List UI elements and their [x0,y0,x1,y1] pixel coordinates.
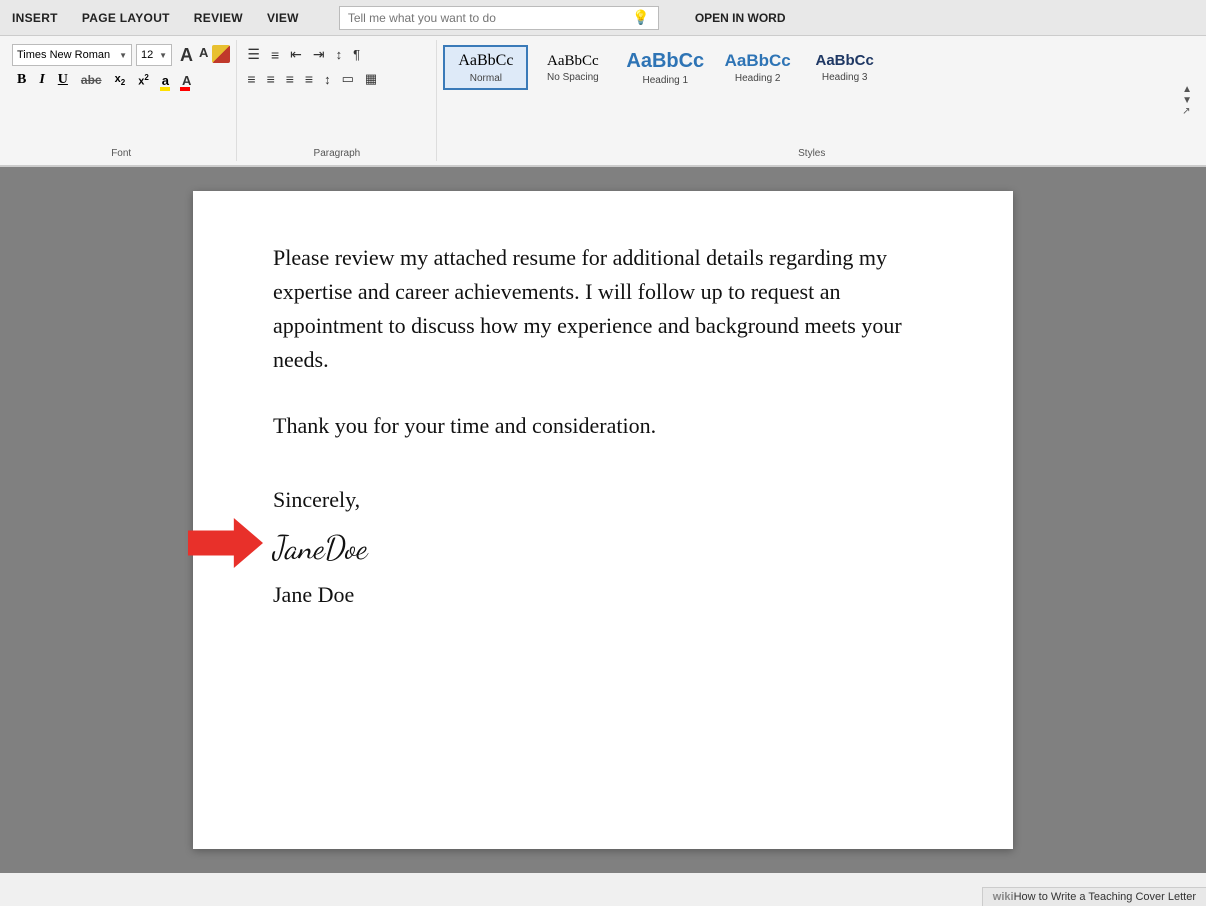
styles-grid: AaBbCc Normal AaBbCc No Spacing AaBbCc H… [443,44,1180,91]
font-controls-row2: B I U abc x2 x2 a A [12,70,230,90]
paragraph-row1: ☰ ≡ ⇤ ⇥ ↕ ¶ [243,44,430,65]
font-name-value: Times New Roman [17,49,110,61]
menu-page-layout[interactable]: PAGE LAYOUT [78,9,174,27]
style-nospacing-label: No Spacing [547,72,599,83]
numbered-list-button[interactable]: ≡ [267,45,283,65]
decrease-indent-button[interactable]: ⇤ [286,44,306,65]
bullet-list-button[interactable]: ☰ [243,44,264,65]
menu-insert[interactable]: INSERT [8,9,62,27]
align-left-button[interactable]: ≡ [243,69,259,89]
style-h2-preview: AaBbCc [725,51,791,71]
menu-view[interactable]: VIEW [263,9,303,27]
increase-indent-button[interactable]: ⇥ [309,44,329,65]
style-heading2[interactable]: AaBbCc Heading 2 [715,46,800,89]
superscript-button[interactable]: x2 [133,71,154,90]
style-nospacing-preview: AaBbCc [547,52,599,70]
font-size-dropdown-arrow: ▼ [159,51,167,60]
subscript-button[interactable]: x2 [110,71,131,89]
wiki-label: wiki [993,891,1014,903]
borders-button[interactable]: ▦ [361,69,381,89]
paragraph-section: ☰ ≡ ⇤ ⇥ ↕ ¶ ≡ ≡ ≡ ≡ ↕ ▭ ▦ Paragraph [237,40,437,161]
style-normal-label: Normal [470,73,502,84]
open-in-word-button[interactable]: OPEN IN WORD [687,9,794,27]
style-normal[interactable]: AaBbCc Normal [443,45,528,89]
annotation-arrow [188,513,263,573]
signature-image: JaneDoe [273,524,933,572]
font-size-selector[interactable]: 12 ▼ [136,44,172,66]
search-input[interactable] [348,11,629,25]
styles-scroll-up[interactable]: ▲ [1182,84,1192,95]
lightbulb-icon: 💡 [632,9,649,26]
toolbar: Times New Roman ▼ 12 ▼ A A B I U abc x2 [0,36,1206,166]
font-size-change-buttons: A A [178,45,230,66]
style-h1-label: Heading 1 [642,75,688,86]
font-section-label: Font [12,146,230,161]
styles-section-label: Styles [443,146,1180,161]
italic-button[interactable]: I [34,70,49,90]
menu-review[interactable]: REVIEW [190,9,247,27]
font-size-value: 12 [141,49,153,61]
shading-button[interactable]: ▭ [338,69,358,89]
font-controls-row1: Times New Roman ▼ 12 ▼ A A [12,44,230,66]
closing-text: Sincerely, [273,483,933,516]
underline-button[interactable]: U [53,70,73,90]
font-shrink-button[interactable]: A [197,45,210,66]
paragraph-section-label: Paragraph [243,146,430,161]
paragraph-body: Please review my attached resume for add… [273,241,933,377]
wikihow-bar: wikiHow to Write a Teaching Cover Letter [982,887,1206,906]
document-text: Please review my attached resume for add… [273,241,933,611]
sort-button[interactable]: ↕ [332,45,347,64]
font-color-button[interactable]: A [177,71,196,90]
menu-bar: INSERT PAGE LAYOUT REVIEW VIEW 💡 OPEN IN… [0,0,1206,36]
clear-formatting-button[interactable] [212,45,230,63]
styles-scroll-down[interactable]: ▼ [1182,95,1192,106]
style-normal-preview: AaBbCc [458,51,513,70]
style-h3-preview: AaBbCc [816,52,874,70]
paragraph-row2: ≡ ≡ ≡ ≡ ↕ ▭ ▦ [243,69,430,89]
style-h1-preview: AaBbCc [626,49,704,73]
strikethrough-button[interactable]: abc [76,71,107,89]
align-center-button[interactable]: ≡ [263,69,279,89]
style-no-spacing[interactable]: AaBbCc No Spacing [530,47,615,88]
align-right-button[interactable]: ≡ [282,69,298,89]
text-highlight-button[interactable]: a [157,71,174,90]
signature-block: Sincerely, JaneDoe Jane Doe [273,483,933,611]
font-grow-button[interactable]: A [178,45,195,66]
style-h2-label: Heading 2 [735,73,781,84]
bold-button[interactable]: B [12,70,31,90]
font-name-selector[interactable]: Times New Roman ▼ [12,44,132,66]
wikihow-title: How to Write a Teaching Cover Letter [1014,891,1196,903]
styles-section: AaBbCc Normal AaBbCc No Spacing AaBbCc H… [437,40,1200,161]
style-h3-label: Heading 3 [822,72,868,83]
justify-button[interactable]: ≡ [301,69,317,89]
document-page: Please review my attached resume for add… [193,191,1013,849]
style-heading3[interactable]: AaBbCc Heading 3 [802,47,887,88]
styles-expand[interactable]: ↗ [1182,106,1192,117]
font-section: Times New Roman ▼ 12 ▼ A A B I U abc x2 [6,40,237,161]
show-formatting-button[interactable]: ¶ [349,45,364,64]
document-area: Please review my attached resume for add… [0,167,1206,873]
search-box[interactable]: 💡 [339,6,659,30]
style-heading1[interactable]: AaBbCc Heading 1 [617,44,713,91]
typed-name-text: Jane Doe [273,578,933,611]
font-name-dropdown-arrow: ▼ [119,51,127,60]
line-spacing-button[interactable]: ↕ [320,70,335,89]
paragraph-thanks: Thank you for your time and consideratio… [273,409,933,443]
